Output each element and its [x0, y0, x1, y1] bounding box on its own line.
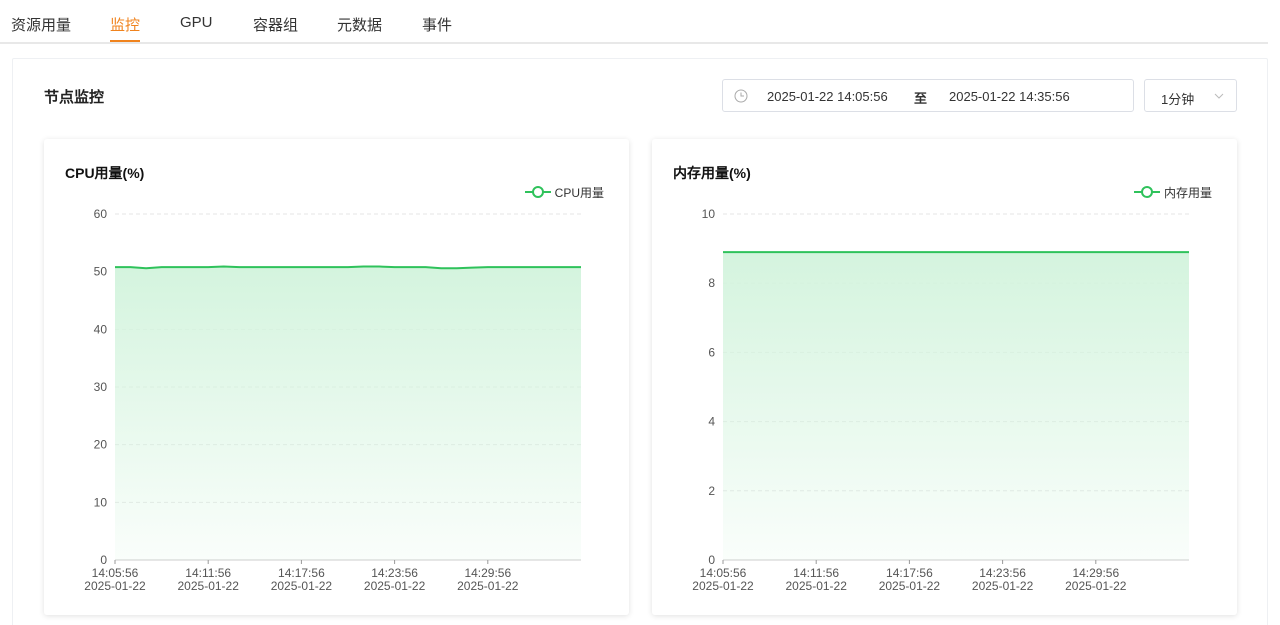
cpu-chart-title: CPU用量(%)	[65, 165, 145, 181]
date-range-separator: 至	[914, 91, 928, 106]
tab-metadata[interactable]: 元数据	[337, 14, 382, 35]
cpu-legend-label: CPU用量	[554, 185, 604, 200]
memory-x-tick-time: 14:23:56	[979, 566, 1026, 580]
memory-x-tick-time: 14:11:56	[793, 566, 839, 580]
memory-x-tick-date: 2025-01-22	[786, 579, 848, 593]
cpu-x-tick-time: 14:05:56	[92, 566, 139, 580]
memory-y-tick-label: 0	[708, 553, 715, 567]
date-range-start[interactable]: 2025-01-22 14:05:56	[767, 89, 888, 104]
cpu-x-tick-date: 2025-01-22	[364, 579, 426, 593]
cpu-chart-card: 0 10 20 30 40 50 60 14:05:56 2025-01-22 14:11:56 2…	[44, 139, 629, 615]
memory-x-tick-date: 2025-01-22	[879, 579, 941, 593]
tab-events[interactable]: 事件	[422, 14, 452, 35]
cpu-y-tick-label: 20	[94, 438, 108, 452]
cpu-y-tick-label: 50	[94, 265, 108, 279]
cpu-chart: 010203040506014:05:562025-01-2214:11:562…	[84, 207, 581, 593]
memory-y-tick-label: 2	[708, 484, 715, 498]
memory-series-area	[723, 252, 1189, 560]
cpu-y-tick-label: 10	[94, 495, 108, 509]
memory-x-tick-date: 2025-01-22	[972, 579, 1034, 593]
memory-chart-card: 0 2 4 6 8 10 14:05:56 2025-01-22 14:11:56 2025-01…	[652, 139, 1237, 615]
memory-x-tick-time: 14:29:56	[1072, 566, 1119, 580]
cpu-y-tick-label: 60	[94, 207, 108, 221]
date-range-picker[interactable]: 2025-01-22 14:05:56 至 2025-01-22 14:35:5…	[722, 79, 1134, 112]
cpu-legend[interactable]: CPU用量	[524, 184, 604, 200]
legend-marker-icon	[1133, 186, 1160, 198]
memory-x-tick-date: 2025-01-22	[1065, 579, 1127, 593]
cpu-y-tick-label: 30	[94, 380, 108, 394]
cpu-series-area	[115, 266, 581, 560]
cpu-x-tick-date: 2025-01-22	[178, 579, 240, 593]
memory-chart: 024681014:05:562025-01-2214:11:562025-01…	[692, 207, 1189, 593]
memory-legend[interactable]: 内存用量	[1133, 184, 1212, 200]
memory-y-tick-label: 10	[702, 207, 716, 221]
tab-resource-usage[interactable]: 资源用量	[11, 14, 71, 35]
tab-monitoring[interactable]: 监控	[110, 14, 140, 35]
tab-bar: 资源用量 监控 GPU 容器组 元数据 事件	[0, 0, 1268, 44]
active-tab-indicator	[110, 40, 140, 42]
clock-icon	[734, 89, 748, 103]
cpu-x-tick-date: 2025-01-22	[457, 579, 519, 593]
memory-y-tick-label: 8	[708, 276, 715, 290]
memory-x-tick-time: 14:05:56	[700, 566, 747, 580]
interval-select[interactable]: 1分钟	[1144, 79, 1237, 112]
cpu-series-line	[115, 265, 581, 270]
cpu-x-tick-time: 14:17:56	[278, 566, 325, 580]
chevron-down-icon	[1214, 93, 1224, 99]
cpu-y-tick-label: 0	[100, 553, 107, 567]
memory-chart-title: 内存用量(%)	[673, 165, 751, 181]
legend-marker-icon	[524, 186, 551, 198]
memory-y-tick-label: 4	[708, 415, 715, 429]
interval-value: 1分钟	[1161, 92, 1195, 107]
tab-pod-group[interactable]: 容器组	[253, 14, 298, 35]
memory-x-tick-time: 14:17:56	[886, 566, 933, 580]
cpu-x-tick-time: 14:23:56	[371, 566, 418, 580]
cpu-x-tick-date: 2025-01-22	[84, 579, 146, 593]
cpu-x-tick-time: 14:11:56	[185, 566, 231, 580]
cpu-x-tick-date: 2025-01-22	[271, 579, 333, 593]
section-title: 节点监控	[44, 89, 105, 106]
cpu-x-tick-time: 14:29:56	[464, 566, 511, 580]
memory-x-tick-date: 2025-01-22	[692, 579, 754, 593]
memory-y-tick-label: 6	[708, 345, 715, 359]
tab-gpu[interactable]: GPU	[180, 14, 213, 31]
date-range-end[interactable]: 2025-01-22 14:35:56	[949, 89, 1070, 104]
cpu-y-tick-label: 40	[94, 322, 108, 336]
memory-legend-label: 内存用量	[1163, 185, 1212, 200]
